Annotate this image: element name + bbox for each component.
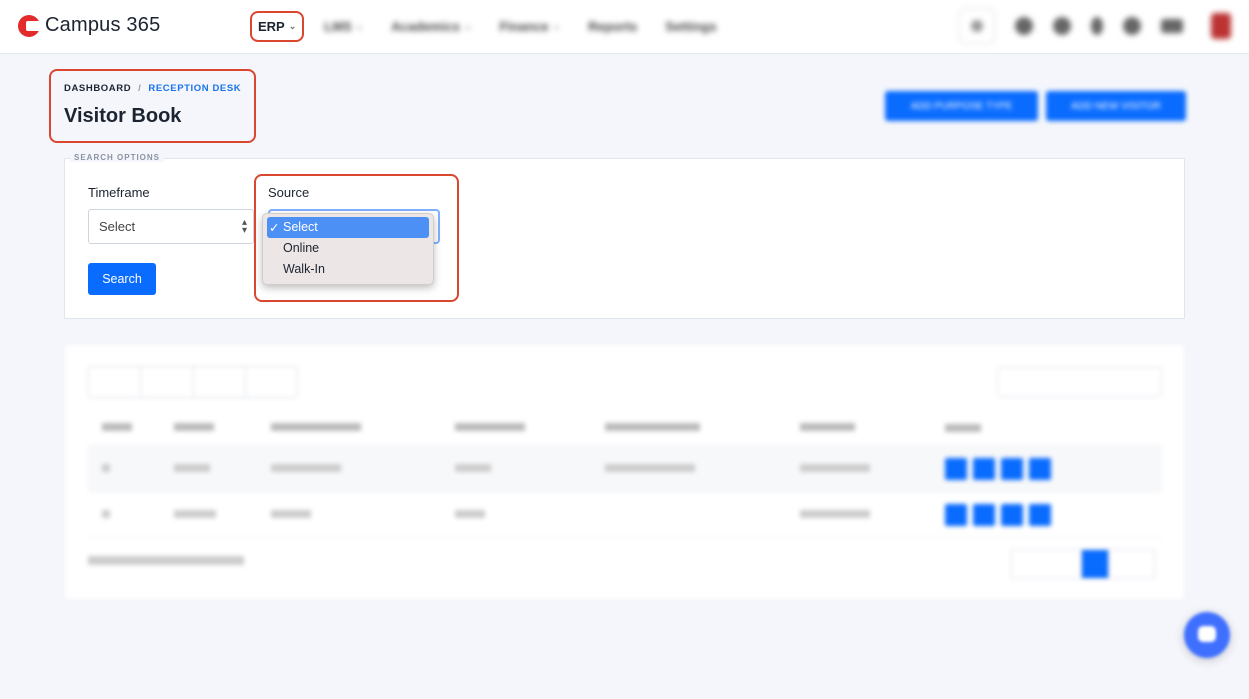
app-name: Campus 365 [45, 14, 161, 36]
search-options-legend: SEARCH OPTIONS [70, 153, 165, 162]
view-icon[interactable] [945, 457, 967, 480]
menu-finance-label: Finance [499, 18, 549, 34]
campus-logo-icon [18, 14, 40, 37]
add-new-visitor-button[interactable]: ADD NEW VISITOR [1046, 91, 1186, 121]
export-buttons [88, 366, 298, 398]
table-search-input[interactable] [997, 367, 1162, 397]
delete-icon[interactable] [1029, 503, 1051, 526]
column-header[interactable] [605, 422, 800, 434]
source-highlight [254, 174, 459, 302]
column-header[interactable] [455, 422, 605, 434]
chevron-down-icon: ⌄ [463, 20, 472, 31]
column-header[interactable] [271, 422, 455, 434]
main-menu: ERP ⌄ LMS ⌄ Academics ⌄ Finance ⌄ Reports S… [250, 8, 745, 44]
select-arrows-icon: ▴ ▾ [241, 217, 247, 236]
pagination-page[interactable] [1081, 549, 1109, 579]
add-purpose-type-button[interactable]: ADD PURPOSE TYPE [885, 91, 1038, 121]
menu-erp-label: ERP [258, 18, 285, 34]
pagination-previous[interactable] [1011, 549, 1081, 579]
menu-settings[interactable]: Settings [665, 19, 716, 34]
bell-icon[interactable] [1091, 17, 1103, 35]
column-header [945, 423, 1145, 432]
column-header[interactable] [174, 422, 271, 434]
chevron-down-icon: ⌄ [552, 20, 561, 31]
column-header[interactable] [88, 422, 174, 434]
breadcrumb-dashboard[interactable]: DASHBOARD [64, 83, 131, 94]
table-info [88, 556, 244, 568]
top-bar: Campus 365 ERP ⌄ LMS ⌄ Academics ⌄ Finance… [0, 0, 1249, 54]
table-row [88, 492, 1162, 538]
menu-lms[interactable]: LMS ⌄ [324, 19, 363, 34]
menu-lms-label: LMS [324, 18, 352, 34]
search-button[interactable]: Search [88, 263, 156, 295]
menu-academics-label: Academics [391, 18, 460, 34]
export-button[interactable] [89, 367, 142, 397]
pagination-next[interactable] [1109, 549, 1155, 579]
chevron-down-icon: ⌄ [355, 20, 364, 31]
visitor-table [88, 410, 1162, 538]
search-icon[interactable] [959, 8, 995, 44]
export-button[interactable] [141, 367, 194, 397]
card-icon[interactable] [1161, 19, 1183, 33]
menu-reports-label: Reports [588, 18, 638, 34]
print-icon[interactable] [973, 457, 995, 480]
export-button[interactable] [194, 367, 246, 397]
avatar[interactable] [1211, 13, 1231, 39]
edit-icon[interactable] [1001, 503, 1023, 526]
menu-finance[interactable]: Finance ⌄ [499, 19, 560, 34]
view-icon[interactable] [945, 503, 967, 526]
top-icons [959, 8, 1231, 44]
print-icon[interactable] [973, 503, 995, 526]
help-icon[interactable] [1123, 17, 1141, 35]
breadcrumb-separator: / [138, 83, 142, 94]
app-logo[interactable]: Campus 365 [18, 14, 160, 37]
menu-erp[interactable]: ERP ⌄ [250, 10, 305, 42]
pagination [1011, 549, 1155, 579]
menu-academics[interactable]: Academics ⌄ [391, 19, 471, 34]
timeframe-label: Timeframe [88, 185, 150, 200]
user-status-icon[interactable] [1053, 17, 1071, 35]
breadcrumb: DASHBOARD / RECEPTION DESK [64, 83, 241, 94]
export-button[interactable] [246, 367, 297, 397]
edit-icon[interactable] [1001, 457, 1023, 480]
table-header-row [88, 410, 1162, 446]
chat-icon[interactable] [1184, 612, 1230, 658]
table-row [88, 446, 1162, 492]
timeframe-select[interactable]: Select ▴ ▾ [88, 209, 254, 244]
globe-icon[interactable] [1015, 17, 1033, 35]
chevron-down-icon: ⌄ [288, 20, 297, 31]
delete-icon[interactable] [1029, 457, 1051, 480]
menu-reports[interactable]: Reports [588, 19, 637, 34]
menu-settings-label: Settings [665, 18, 717, 34]
timeframe-value: Select [99, 219, 136, 234]
column-header[interactable] [800, 422, 945, 434]
page-title: Visitor Book [64, 105, 182, 127]
breadcrumb-current[interactable]: RECEPTION DESK [148, 83, 241, 94]
